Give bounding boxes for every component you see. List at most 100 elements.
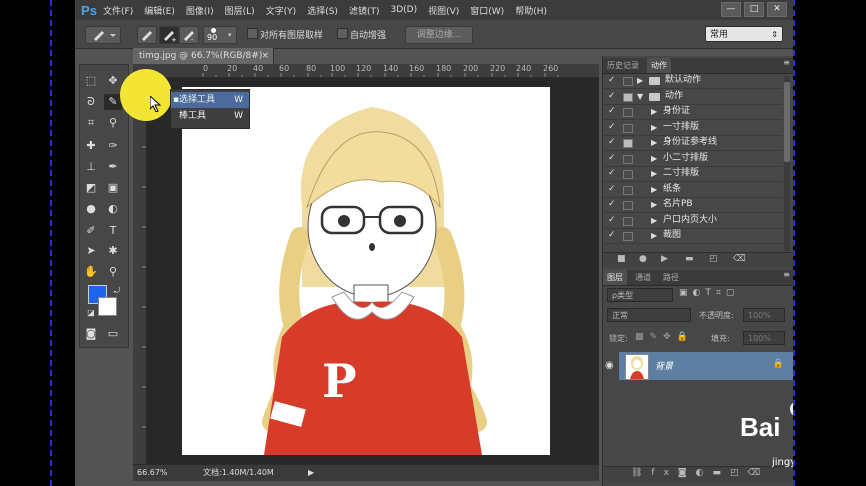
history-brush-icon[interactable]: ✒ xyxy=(104,159,122,175)
chevron-right-icon[interactable]: ▶ xyxy=(651,120,657,135)
hand-icon[interactable]: ✋ xyxy=(82,264,100,280)
menu-help[interactable]: 帮助(H) xyxy=(515,4,547,17)
eyedropper-icon[interactable]: ⚲ xyxy=(104,115,122,131)
chevron-right-icon[interactable]: ▶ xyxy=(651,182,657,197)
chevron-right-icon[interactable]: ▶ xyxy=(651,151,657,166)
action-dialog-toggle[interactable] xyxy=(623,123,633,133)
panel-menu-icon[interactable]: ≡ xyxy=(783,58,790,67)
marquee-icon[interactable]: ⬚ xyxy=(82,73,100,89)
layer-filter-icons[interactable]: ▣◐T⌗▢ xyxy=(679,288,739,298)
action-check-icon[interactable]: ✓ xyxy=(608,228,616,243)
action-check-icon[interactable]: ✓ xyxy=(608,182,616,197)
menu-window[interactable]: 窗口(W) xyxy=(470,4,504,17)
action-row[interactable]: ✓ ▶ 默认动作 xyxy=(603,73,782,89)
menu-select[interactable]: 选择(S) xyxy=(307,4,338,17)
action-row[interactable]: ✓ ▶ 二寸排版 xyxy=(603,166,782,182)
actions-scrollbar[interactable] xyxy=(784,76,790,251)
screen-mode-icon[interactable]: ▭ xyxy=(104,326,122,342)
menu-layer[interactable]: 图层(L) xyxy=(225,4,255,17)
action-row[interactable]: ✓ ▶ 身份证 xyxy=(603,104,782,120)
layer-row-background[interactable]: 背景 🔒 xyxy=(619,352,793,380)
play-icon[interactable]: ▶ xyxy=(661,254,668,264)
chevron-right-icon[interactable]: ▶ xyxy=(651,197,657,212)
swap-colors-icon[interactable]: ⤾ xyxy=(108,283,126,299)
action-dialog-toggle[interactable] xyxy=(623,77,633,86)
status-menu-arrow-icon[interactable]: ▶ xyxy=(308,465,314,481)
gradient-icon[interactable]: ▣ xyxy=(104,180,122,196)
action-dialog-toggle[interactable] xyxy=(623,139,633,148)
action-row[interactable]: ✓ ▶ 户口内页大小 xyxy=(603,213,782,229)
auto-enhance-checkbox[interactable] xyxy=(337,28,348,39)
subtract-selection-button[interactable]: - xyxy=(179,26,199,44)
stop-icon[interactable]: ■ xyxy=(617,254,626,264)
chevron-right-icon[interactable]: ▶ xyxy=(651,166,657,181)
background-color-swatch[interactable] xyxy=(98,297,117,316)
action-dialog-toggle[interactable] xyxy=(623,170,633,179)
tool-preset-picker[interactable] xyxy=(85,26,121,44)
action-dialog-toggle[interactable] xyxy=(623,201,633,210)
quick-mask-icon[interactable]: ◙ xyxy=(82,326,100,342)
stamp-icon[interactable]: ⊥ xyxy=(82,159,100,175)
shape-icon[interactable]: ✱ xyxy=(104,243,122,259)
healing-icon[interactable]: ✚ xyxy=(82,138,100,154)
action-row[interactable]: ✓ ▶ 小二寸排版 xyxy=(603,151,782,167)
eye-icon[interactable]: ◉ xyxy=(605,360,617,372)
action-dialog-toggle[interactable] xyxy=(623,154,633,164)
action-row[interactable]: ✓ ▶ 一寸排版 xyxy=(603,120,782,136)
zoom-level[interactable]: 66.67% xyxy=(137,465,168,481)
chevron-right-icon[interactable]: ▶ xyxy=(651,104,657,119)
layer-filter-select[interactable]: ρ类型 xyxy=(607,288,673,302)
action-row[interactable]: ✓ ▼ 动作 xyxy=(603,89,782,105)
menu-type[interactable]: 文字(Y) xyxy=(266,4,297,17)
lasso-icon[interactable]: ᘐ xyxy=(82,94,100,110)
menu-image[interactable]: 图像(I) xyxy=(186,4,214,17)
action-check-icon[interactable]: ✓ xyxy=(608,166,616,181)
record-icon[interactable]: ● xyxy=(639,254,647,264)
crop-icon[interactable]: ⌗ xyxy=(82,115,100,131)
workspace-select[interactable]: 常用 ⇕ xyxy=(705,26,783,42)
move-icon[interactable]: ✥ xyxy=(104,73,122,89)
action-check-icon[interactable]: ✓ xyxy=(608,89,616,104)
tab-close-icon[interactable]: × xyxy=(261,48,269,64)
pen-icon[interactable]: ✐ xyxy=(82,223,100,239)
action-row[interactable]: ✓ ▶ 身份证参考线 xyxy=(603,135,782,151)
menu-edit[interactable]: 编辑(E) xyxy=(144,4,175,17)
action-check-icon[interactable]: ✓ xyxy=(608,197,616,212)
action-dialog-toggle[interactable] xyxy=(623,108,633,117)
maximize-button[interactable]: □ xyxy=(744,2,764,17)
chevron-down-icon[interactable]: ▼ xyxy=(637,89,643,104)
tab-channels[interactable]: 通道 xyxy=(631,270,655,285)
default-colors-icon[interactable]: ◪ xyxy=(82,305,100,321)
brush-icon[interactable]: ✑ xyxy=(104,138,122,154)
new-selection-button[interactable] xyxy=(137,26,157,44)
menu-view[interactable]: 视图(V) xyxy=(428,4,459,17)
add-to-selection-button[interactable]: + xyxy=(159,26,179,44)
chevron-right-icon[interactable]: ▶ xyxy=(651,228,657,243)
tab-layers[interactable]: 图层 xyxy=(603,270,627,285)
layers-menu-icon[interactable]: ≡ xyxy=(783,270,790,279)
close-button[interactable]: ✕ xyxy=(767,2,787,17)
minimize-button[interactable]: — xyxy=(721,2,741,17)
action-check-icon[interactable]: ✓ xyxy=(608,213,616,228)
blend-mode-select[interactable]: 正常 xyxy=(607,308,691,322)
flyout-item-quick-selection[interactable]: ▪ 选择工具 W xyxy=(171,92,249,108)
action-check-icon[interactable]: ✓ xyxy=(608,135,616,150)
dodge-icon[interactable]: ◐ xyxy=(104,201,122,217)
action-dialog-toggle[interactable] xyxy=(623,92,633,102)
action-row[interactable]: ✓ ▶ 纸条 xyxy=(603,182,782,198)
document-tab[interactable]: timg.jpg @ 66.7%(RGB/8#) × xyxy=(133,48,274,64)
zoom-icon[interactable]: ⚲ xyxy=(104,264,122,280)
action-row[interactable]: ✓ ▶ 名片PB xyxy=(603,197,782,213)
trash-icon[interactable]: ⌫ xyxy=(733,254,746,264)
action-check-icon[interactable]: ✓ xyxy=(608,120,616,135)
action-dialog-toggle[interactable] xyxy=(623,232,633,241)
menu-3d[interactable]: 3D(D) xyxy=(390,5,417,15)
opacity-input[interactable]: 100% xyxy=(743,308,785,322)
chevron-right-icon[interactable]: ▶ xyxy=(637,73,643,88)
new-set-icon[interactable]: ▬ xyxy=(685,254,694,264)
path-select-icon[interactable]: ➤ xyxy=(82,243,100,259)
lock-icons[interactable]: ▩✎✥🔒 xyxy=(635,332,694,342)
action-check-icon[interactable]: ✓ xyxy=(608,104,616,119)
blur-icon[interactable]: ● xyxy=(82,201,100,217)
tab-history[interactable]: 历史记录 xyxy=(603,58,643,73)
